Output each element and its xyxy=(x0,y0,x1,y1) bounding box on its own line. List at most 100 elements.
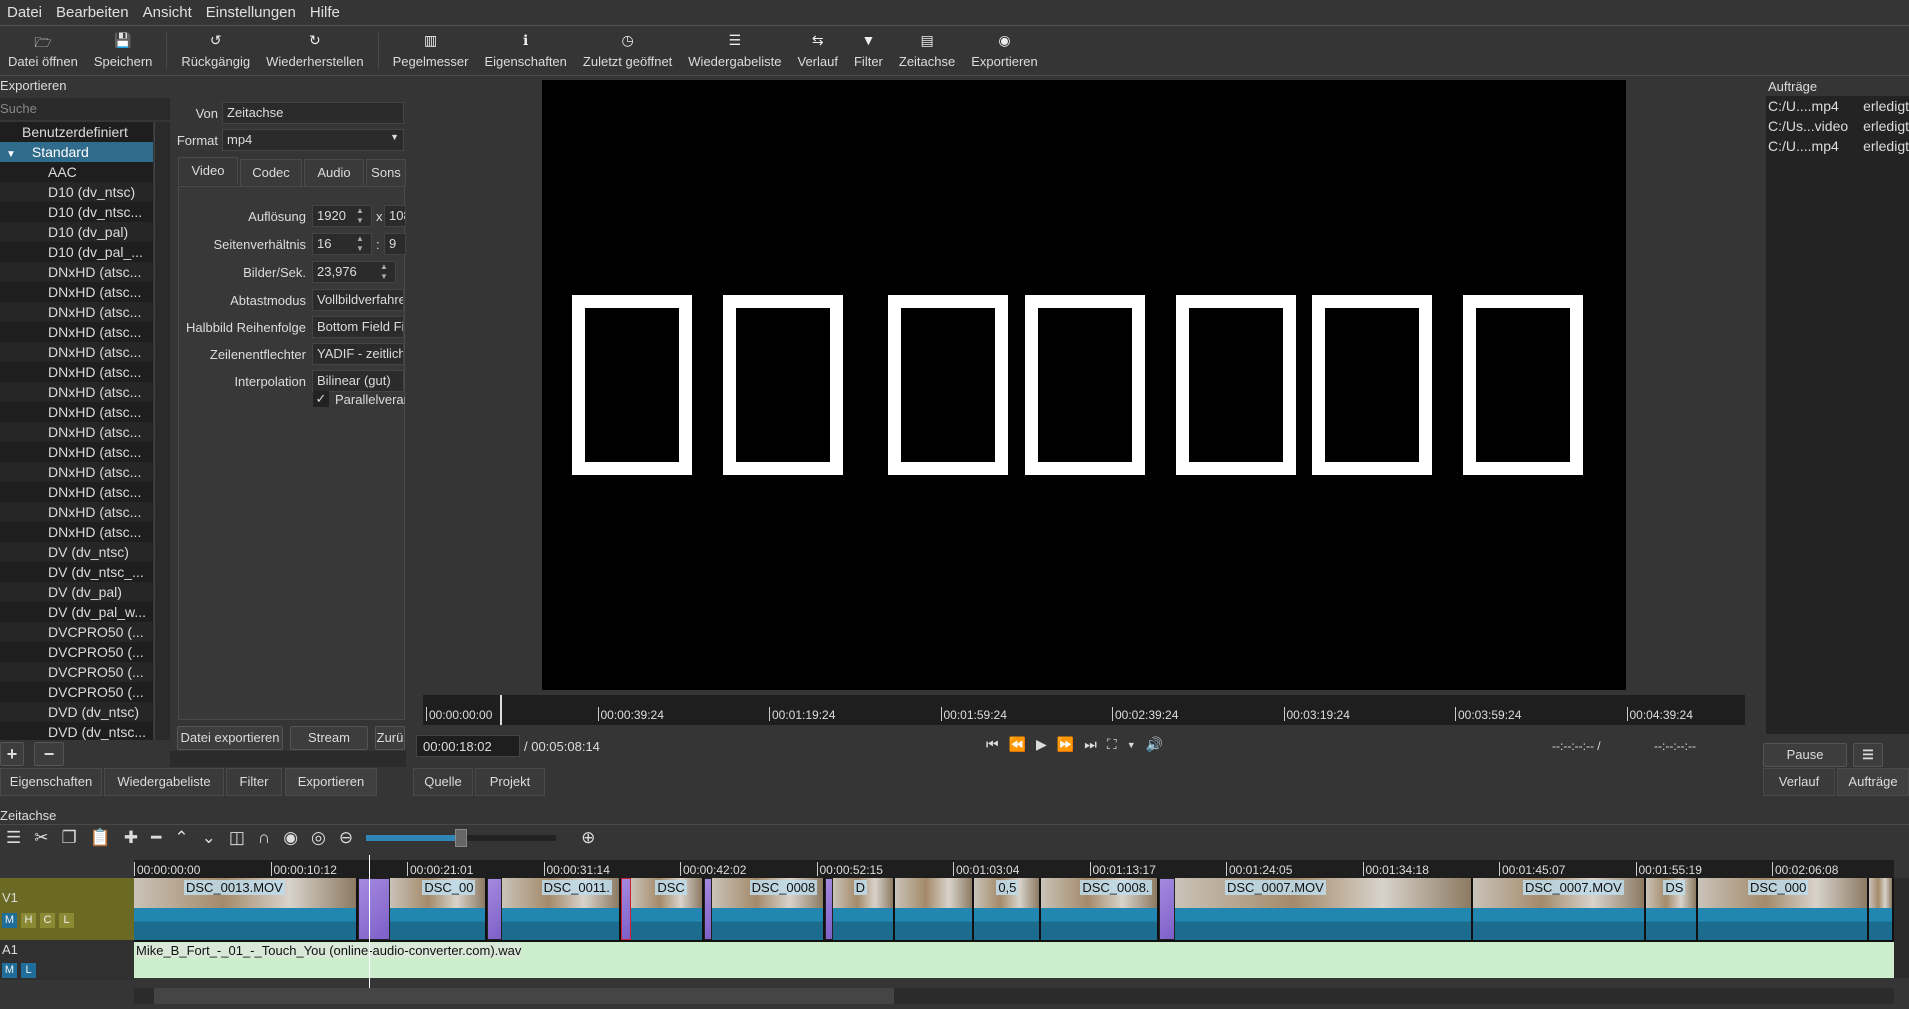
preset-item[interactable]: DNxHD (atsc... xyxy=(0,402,153,422)
position-timecode-input[interactable]: 00:00:18:02 xyxy=(416,735,520,757)
toolbar-history-button[interactable]: ⇆ Verlauf xyxy=(790,32,846,69)
toolbar-filter-button[interactable]: ▼ Filter xyxy=(846,32,891,69)
copy-icon[interactable]: ❐ xyxy=(62,828,77,848)
menu-icon[interactable]: ☰ xyxy=(6,828,21,848)
transition[interactable] xyxy=(825,878,833,940)
skip-end-icon[interactable]: ⏭ xyxy=(1084,736,1097,754)
ripple-target-icon[interactable]: ◎ xyxy=(311,828,326,848)
preset-item[interactable]: DNxHD (atsc... xyxy=(0,282,153,302)
toolbar-folder-open-button[interactable]: 🗁 Datei öffnen xyxy=(0,32,86,69)
transition[interactable] xyxy=(621,878,631,940)
track-c-button[interactable]: C xyxy=(40,913,55,928)
toolbar-export-button[interactable]: ◉ Exportieren xyxy=(963,32,1045,69)
video-clip[interactable]: DSC_0011. xyxy=(502,878,621,940)
track-m-button[interactable]: M xyxy=(2,963,17,978)
von-select[interactable]: Zeitachse xyxy=(222,102,404,124)
transition[interactable] xyxy=(1159,878,1175,940)
menu-hilfe[interactable]: Hilfe xyxy=(303,4,347,21)
preset-item[interactable]: DVCPRO50 (... xyxy=(0,642,153,662)
tab-audio[interactable]: Audio xyxy=(304,159,364,187)
zoom-fit-icon[interactable]: ⛶ xyxy=(1107,736,1117,754)
add-preset-button[interactable]: + xyxy=(0,742,24,766)
fast-forward-icon[interactable]: ⏩ xyxy=(1057,736,1074,754)
preset-item[interactable]: AAC xyxy=(0,162,153,182)
preset-item[interactable]: DNxHD (atsc... xyxy=(0,262,153,282)
timeline-hscrollbar[interactable] xyxy=(134,988,1894,1004)
play-icon[interactable]: ▶ xyxy=(1036,736,1047,754)
preset-item[interactable]: DV (dv_pal_w... xyxy=(0,602,153,622)
video-clip[interactable]: D xyxy=(833,878,895,940)
preset-item[interactable]: DVCPRO50 (... xyxy=(0,682,153,702)
preset-item[interactable]: DNxHD (atsc... xyxy=(0,422,153,442)
preset-item[interactable]: DNxHD (atsc... xyxy=(0,442,153,462)
tab-filter[interactable]: Filter xyxy=(226,768,282,796)
spinner-arrows-icon[interactable]: ▲ ▼ xyxy=(380,262,388,282)
video-clip[interactable]: DSC_0008 xyxy=(712,878,825,940)
tab-auftraege[interactable]: Aufträge xyxy=(1837,768,1909,796)
snap-magnet-icon[interactable]: ∩ xyxy=(258,828,270,848)
tab-codec[interactable]: Codec xyxy=(240,159,302,187)
video-clip[interactable]: DSC_00 xyxy=(390,878,487,940)
tab-verlauf[interactable]: Verlauf xyxy=(1763,768,1835,796)
tab-projekt[interactable]: Projekt xyxy=(475,768,545,796)
menu-bearbeiten[interactable]: Bearbeiten xyxy=(49,4,136,21)
spinner-arrows-icon[interactable]: ▲ ▼ xyxy=(356,234,364,254)
toolbar-clock-button[interactable]: ◷ Zuletzt geöffnet xyxy=(575,32,680,69)
stream-button[interactable]: Stream xyxy=(290,726,368,750)
playhead[interactable] xyxy=(369,855,370,990)
preset-item[interactable]: DVCPRO50 (... xyxy=(0,662,153,682)
timeline-ruler[interactable]: 00:00:00:00 00:00:10:12 00:00:21:01 00:00:3… xyxy=(134,860,1894,878)
preset-item[interactable]: DNxHD (atsc... xyxy=(0,342,153,362)
video-clip[interactable]: DSC_0013.MOV xyxy=(134,878,358,940)
export-file-button[interactable]: Datei exportieren xyxy=(177,726,283,750)
preset-item[interactable]: DNxHD (atsc... xyxy=(0,502,153,522)
field-value[interactable]: YADIF - zeitlich xyxy=(312,343,404,365)
preset-item[interactable]: D10 (dv_ntsc... xyxy=(0,202,153,222)
field-value-2[interactable]: 108 xyxy=(384,205,406,227)
menu-datei[interactable]: Datei xyxy=(0,4,49,21)
toolbar-undo-button[interactable]: ↺ Rückgängig xyxy=(173,32,258,69)
chevron-down-icon[interactable]: ▼ xyxy=(1127,736,1136,754)
track-l-button[interactable]: L xyxy=(59,913,74,928)
video-clip[interactable] xyxy=(1869,878,1894,940)
video-clip[interactable]: 0,5 xyxy=(974,878,1041,940)
menu-einstellungen[interactable]: Einstellungen xyxy=(199,4,303,21)
paste-icon[interactable]: 📋 xyxy=(90,828,111,848)
a1-track-header[interactable]: A1 ML xyxy=(0,940,134,980)
preset-item[interactable]: DVCPRO50 (... xyxy=(0,622,153,642)
cut-icon[interactable]: ✂ xyxy=(34,828,48,848)
video-clip[interactable]: DSC_000 xyxy=(1698,878,1869,940)
preset-item[interactable]: DNxHD (atsc... xyxy=(0,362,153,382)
transition[interactable] xyxy=(358,878,390,940)
rewind-icon[interactable]: ⏪ xyxy=(1009,736,1026,754)
job-item[interactable]: C:/Us...video erledigt xyxy=(1766,116,1909,136)
video-clip[interactable]: DS xyxy=(1646,878,1698,940)
preset-item[interactable]: D10 (dv_pal_... xyxy=(0,242,153,262)
tab-sonstiges[interactable]: Sons xyxy=(366,159,406,187)
tab-eigenschaften[interactable]: Eigenschaften xyxy=(0,768,102,796)
tab-exportieren[interactable]: Exportieren xyxy=(285,768,377,796)
jobs-menu-button[interactable]: ☰ xyxy=(1853,743,1883,767)
player-scrub-bar[interactable]: 00:00:00:00 00:00:39:24 00:01:19:24 00:01:5… xyxy=(423,695,1745,725)
export-hscrollbar[interactable] xyxy=(170,751,406,767)
transition[interactable] xyxy=(487,878,502,940)
field-value[interactable]: Bilinear (gut) xyxy=(312,370,404,392)
job-item[interactable]: C:/U....mp4 erledigt xyxy=(1766,136,1909,156)
video-clip[interactable]: DSC_0008. xyxy=(1041,878,1159,940)
v1-track-header[interactable]: V1 MHCL xyxy=(0,878,134,940)
audio-clip[interactable]: Mike_B_Fort_-_01_-_Touch_You (online-aud… xyxy=(134,940,1894,978)
zoom-slider[interactable] xyxy=(366,829,557,847)
video-clip[interactable]: DSC_0007.MOV xyxy=(1473,878,1646,940)
preset-item[interactable]: DV (dv_pal) xyxy=(0,582,153,602)
timeline-vscrollbar[interactable] xyxy=(1894,878,1909,978)
field-value[interactable]: Vollbildverfahre xyxy=(312,289,404,311)
remove-icon[interactable]: ━ xyxy=(151,828,161,848)
parallel-checkbox[interactable]: ✓ xyxy=(313,391,329,407)
preset-item[interactable]: DNxHD (atsc... xyxy=(0,522,153,542)
volume-icon[interactable]: 🔊 xyxy=(1146,736,1163,754)
toolbar-info-button[interactable]: ℹ Eigenschaften xyxy=(477,32,575,69)
preset-item[interactable]: DV (dv_ntsc) xyxy=(0,542,153,562)
pause-button[interactable]: Pause xyxy=(1763,743,1847,767)
preset-item[interactable]: DVD (dv_ntsc) xyxy=(0,702,153,722)
reset-button[interactable]: Zurü xyxy=(375,726,405,750)
